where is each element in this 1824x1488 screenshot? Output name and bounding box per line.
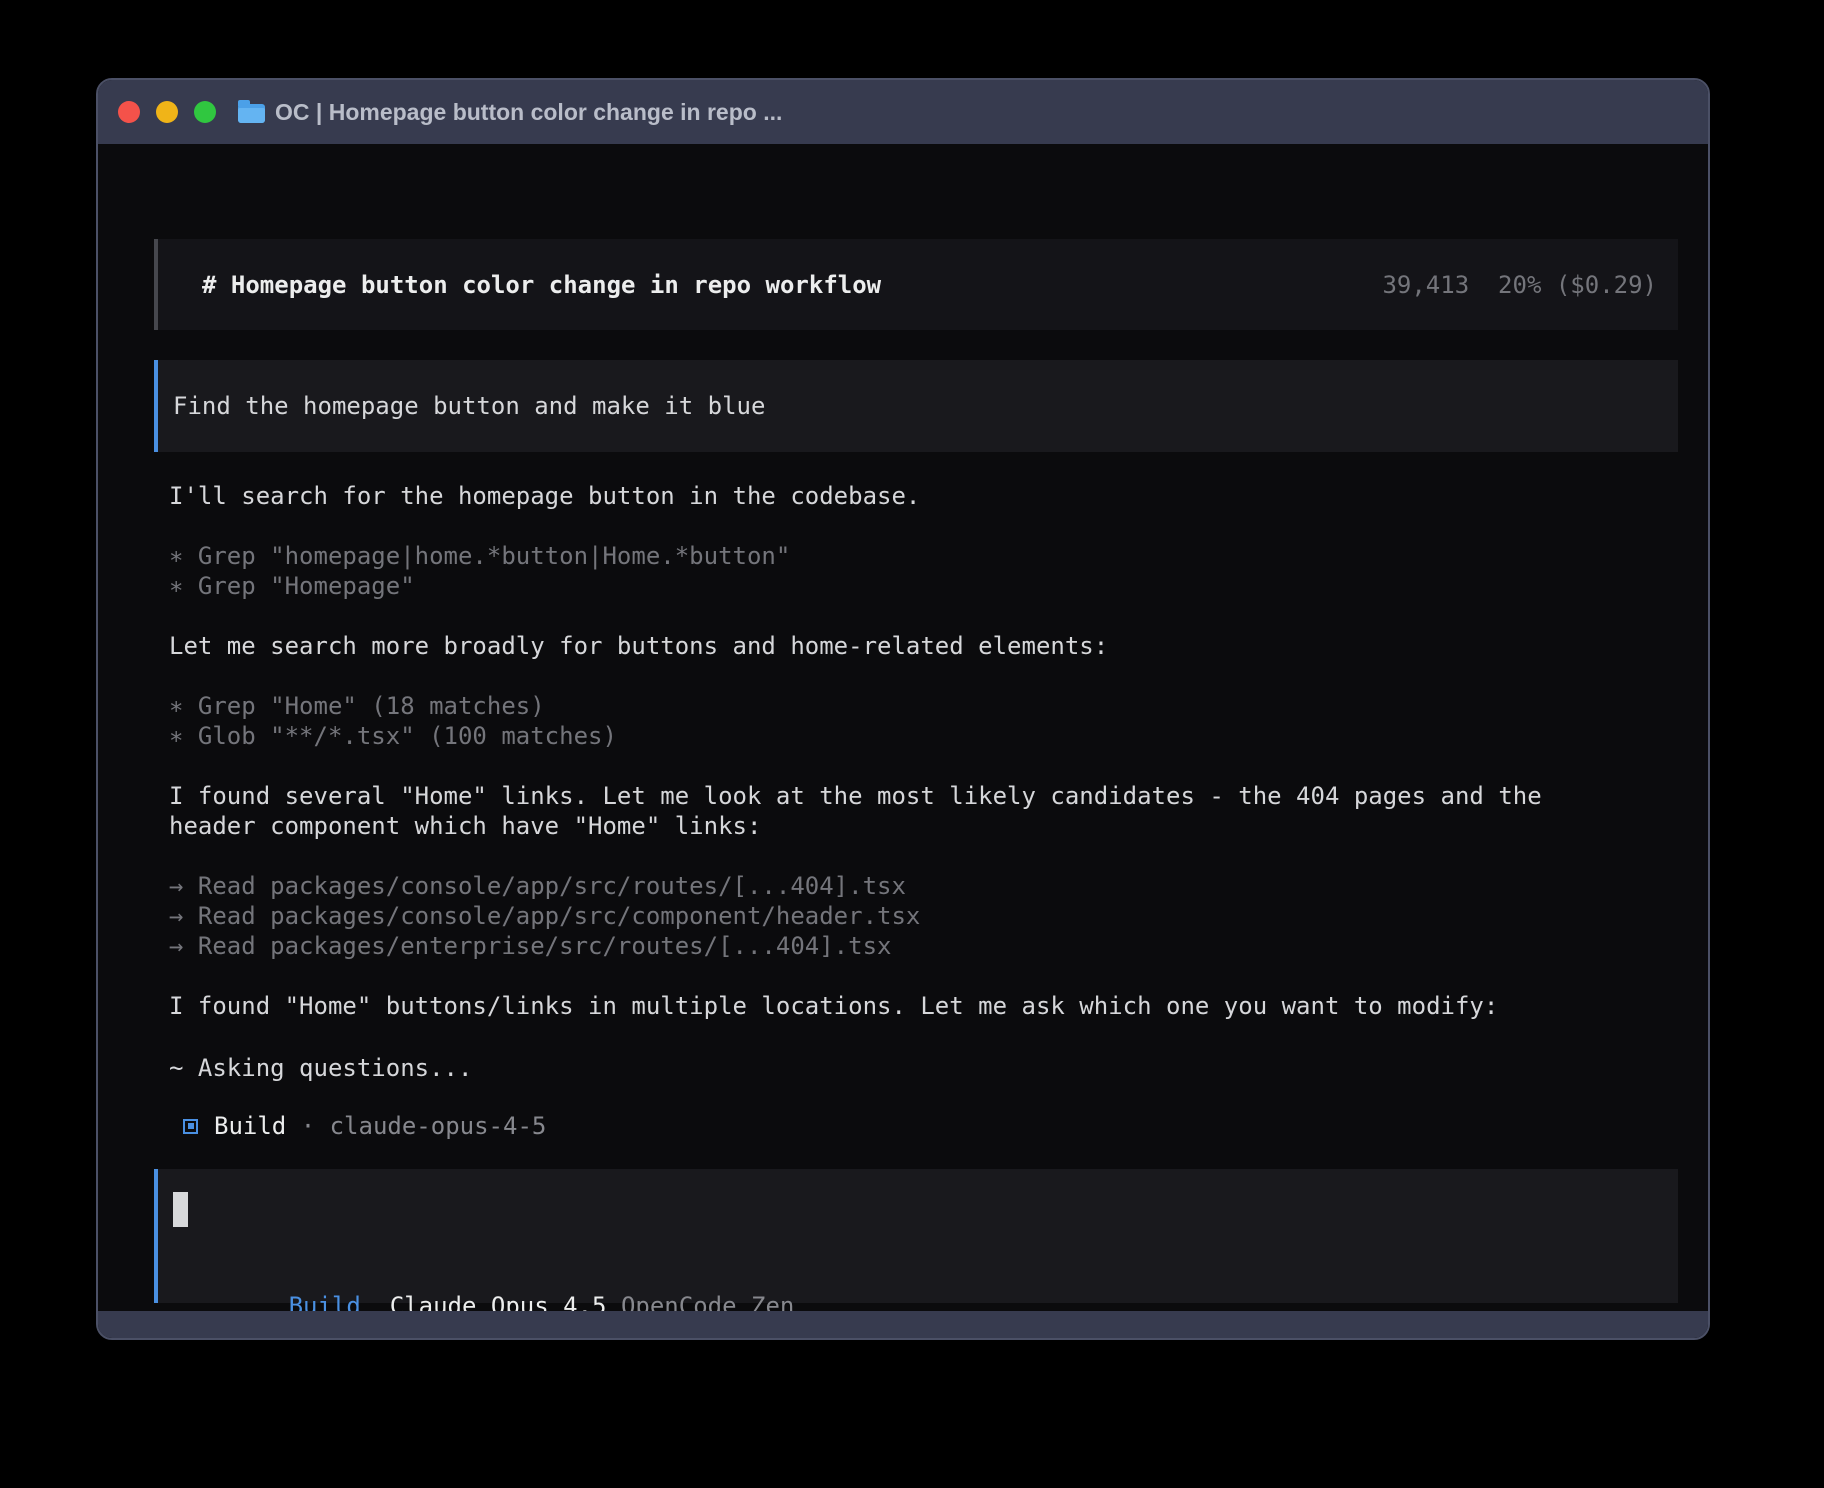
agent-row: Build · claude-opus-4-5 (183, 1111, 546, 1141)
user-message-text: Find the homepage button and make it blu… (173, 392, 765, 420)
session-header: # Homepage button color change in repo w… (154, 239, 1678, 330)
assistant-paragraph: I'll search for the homepage button in t… (169, 481, 920, 511)
tool-call-grep: ∗ Grep "homepage|home.*button|Home.*butt… (169, 541, 790, 571)
agent-model: claude-opus-4-5 (330, 1111, 547, 1141)
window-title: OC | Homepage button color change in rep… (275, 99, 782, 126)
agent-separator: · (286, 1111, 329, 1141)
asking-questions-status: ~ Asking questions... (169, 1053, 472, 1083)
terminal-window: OC | Homepage button color change in rep… (96, 78, 1710, 1340)
text-cursor (173, 1192, 188, 1227)
tool-call-glob: ∗ Glob "**/*.tsx" (100 matches) (169, 721, 617, 751)
tool-call-read: → Read packages/console/app/src/componen… (169, 901, 920, 931)
assistant-paragraph: I found several "Home" links. Let me loo… (169, 781, 1542, 811)
window-title-group: OC | Homepage button color change in rep… (238, 99, 782, 126)
folder-icon (238, 104, 265, 123)
window-bottom-chrome (98, 1311, 1708, 1338)
terminal-content: # Homepage button color change in repo w… (98, 144, 1708, 1315)
agent-square-icon (183, 1119, 198, 1134)
prompt-input-area[interactable]: Build Claude Opus 4.5 OpenCode Zen (154, 1169, 1678, 1303)
traffic-lights (118, 101, 216, 123)
title-bar: OC | Homepage button color change in rep… (98, 80, 1708, 144)
assistant-paragraph: Let me search more broadly for buttons a… (169, 631, 1108, 661)
user-message-block: Find the homepage button and make it blu… (154, 360, 1678, 452)
session-title: # Homepage button color change in repo w… (202, 271, 881, 299)
session-token-stats: 39,413 20% ($0.29) (1382, 271, 1657, 299)
assistant-paragraph: I found "Home" buttons/links in multiple… (169, 991, 1498, 1021)
tool-call-grep: ∗ Grep "Home" (18 matches) (169, 691, 545, 721)
agent-name: Build (214, 1111, 286, 1141)
tool-call-grep: ∗ Grep "Homepage" (169, 571, 415, 601)
close-button[interactable] (118, 101, 140, 123)
zoom-button[interactable] (194, 101, 216, 123)
tool-call-read: → Read packages/console/app/src/routes/[… (169, 871, 906, 901)
assistant-paragraph: header component which have "Home" links… (169, 811, 761, 841)
tool-call-read: → Read packages/enterprise/src/routes/[.… (169, 931, 891, 961)
minimize-button[interactable] (156, 101, 178, 123)
